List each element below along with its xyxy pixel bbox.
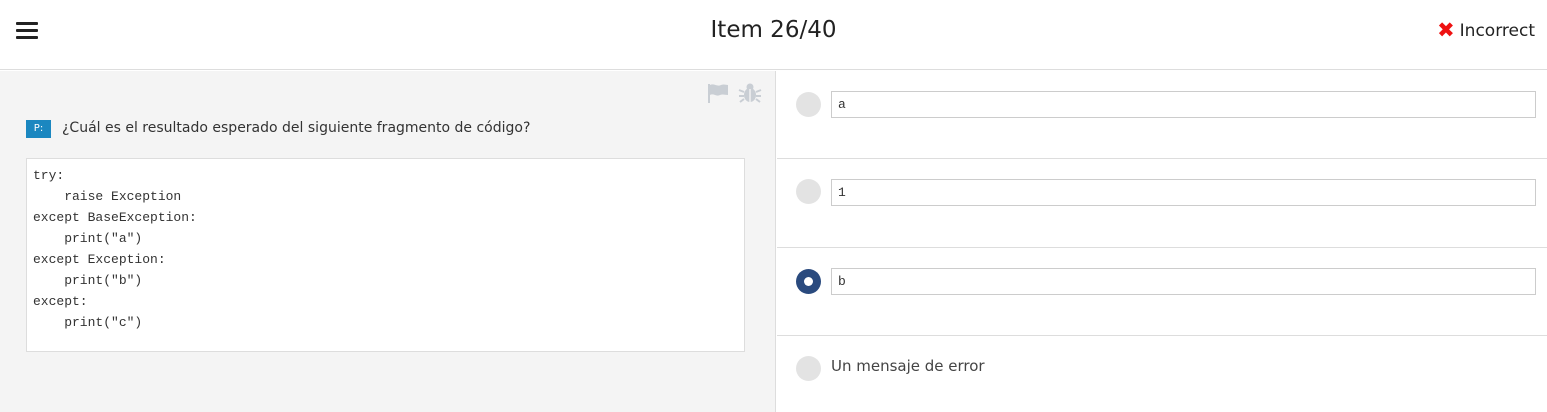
status-label: Incorrect: [1459, 20, 1535, 41]
result-status: ✖ Incorrect: [1437, 20, 1535, 41]
flag-icon[interactable]: [706, 81, 730, 105]
question-panel: P: ¿Cuál es el resultado esperado del si…: [0, 71, 776, 412]
question-badge: P:: [26, 120, 51, 138]
answer-radio-1[interactable]: [796, 92, 821, 117]
bug-icon[interactable]: [738, 81, 762, 105]
answer-radio-4[interactable]: [796, 356, 821, 381]
answer-option-2[interactable]: 1: [777, 159, 1547, 248]
answer-option-4[interactable]: Un mensaje de error: [777, 336, 1547, 412]
answer-option-1[interactable]: a: [777, 71, 1547, 159]
answer-option-text: b: [831, 268, 1536, 295]
answer-option-text: a: [831, 91, 1536, 118]
answer-radio-2[interactable]: [796, 179, 821, 204]
header-bar: Item 26/40 ✖ Incorrect: [0, 0, 1547, 70]
answer-option-text: Un mensaje de error: [831, 357, 985, 375]
code-snippet: try: raise Exception except BaseExceptio…: [26, 158, 745, 352]
x-mark-icon: ✖: [1437, 18, 1455, 42]
question-text: ¿Cuál es el resultado esperado del sigui…: [62, 120, 531, 136]
answer-option-3[interactable]: b: [777, 248, 1547, 336]
answer-option-text: 1: [831, 179, 1536, 206]
answer-panel: a 1 b Un mensaje de error: [777, 71, 1547, 412]
question-tools: [706, 81, 762, 105]
page-title: Item 26/40: [710, 17, 837, 43]
answer-radio-3-selected[interactable]: [796, 269, 821, 294]
